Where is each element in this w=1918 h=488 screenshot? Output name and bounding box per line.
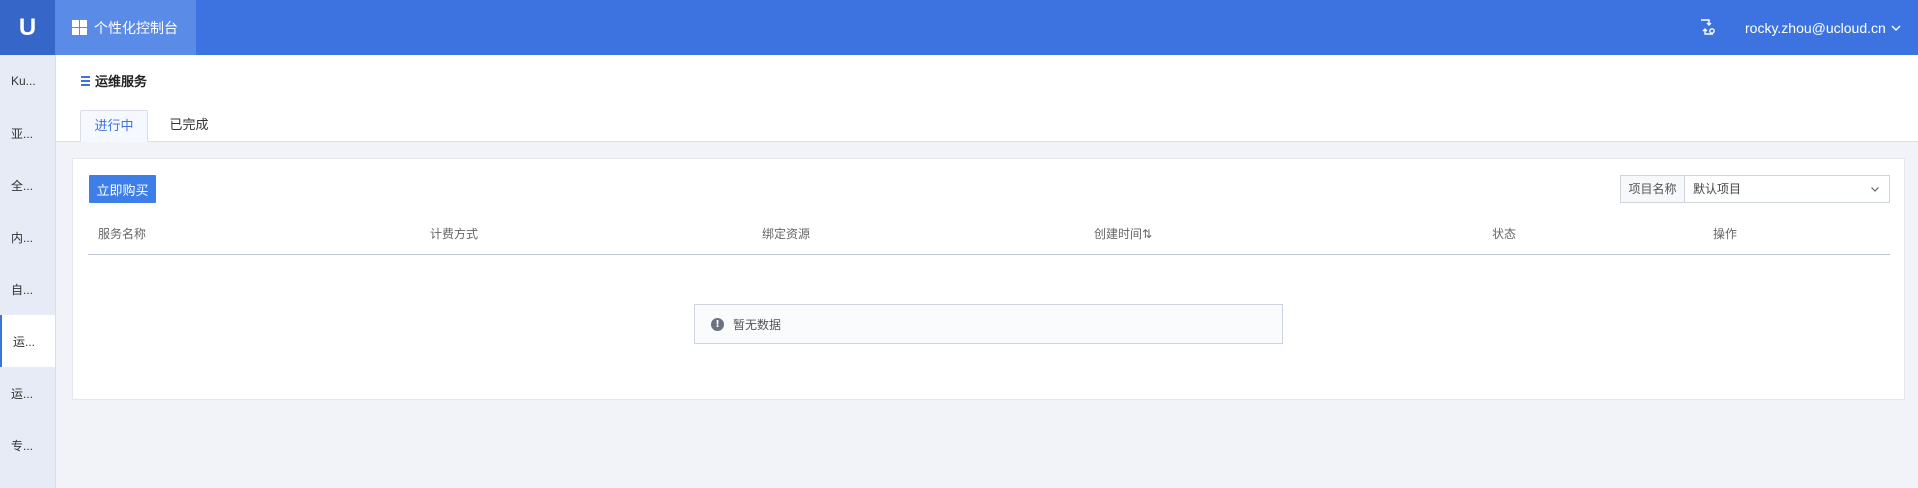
content-card: 立即购买 项目名称 默认项目 服务名称 计费方式 绑定资源 创建时间⇅ 状态 操…: [72, 158, 1905, 400]
tab-in-progress[interactable]: 进行中: [80, 110, 148, 142]
list-icon: [81, 75, 90, 86]
user-email: rocky.zhou@ucloud.cn: [1745, 19, 1886, 36]
sidebar-item-label: 自...: [11, 282, 34, 297]
info-icon: !: [711, 317, 724, 331]
sidebar-item-4[interactable]: 内...: [0, 211, 55, 263]
project-filter: 项目名称 默认项目: [1620, 175, 1890, 203]
sidebar-item-label: Ku...: [11, 74, 36, 88]
sidebar-item-label: 全...: [11, 178, 34, 193]
chevron-down-icon: [1891, 25, 1901, 31]
empty-state: ! 暂无数据: [694, 304, 1283, 344]
chevron-down-icon: [1871, 187, 1879, 192]
sidebar-item-label: 运...: [11, 386, 34, 401]
column-header-service-name: 服务名称: [98, 227, 147, 241]
sidebar-item-kubernetes[interactable]: Ku...: [0, 55, 55, 107]
sidebar-item-2[interactable]: 亚...: [0, 107, 55, 159]
top-bar: U 个性化控制台 rocky.zhou@ucloud.cn: [0, 0, 1918, 55]
user-menu[interactable]: rocky.zhou@ucloud.cn: [1745, 0, 1902, 55]
logo-letter: U: [18, 13, 37, 41]
ucloud-logo[interactable]: U: [0, 0, 55, 55]
sidebar-item-label: 运...: [13, 334, 36, 349]
sidebar-item-ops-active[interactable]: 运...: [0, 315, 55, 367]
tab-completed[interactable]: 已完成: [154, 110, 224, 142]
sidebar-item-label: 亚...: [11, 126, 34, 141]
column-header-status: 状态: [1492, 227, 1517, 241]
switch-account-icon[interactable]: [1697, 17, 1717, 37]
project-select[interactable]: 默认项目: [1685, 176, 1889, 202]
column-header-actions: 操作: [1713, 227, 1738, 241]
sidebar-item-3[interactable]: 全...: [0, 159, 55, 211]
personal-console-button[interactable]: 个性化控制台: [55, 0, 196, 55]
console-label: 个性化控制台: [94, 19, 178, 36]
grid-icon: [72, 20, 87, 35]
sidebar-item-7[interactable]: 运...: [0, 367, 55, 419]
empty-state-text: 暂无数据: [733, 317, 782, 332]
sidebar-item-8[interactable]: 专...: [0, 419, 55, 471]
sidebar-item-label: 专...: [11, 438, 34, 453]
page-header: 运维服务 进行中 已完成: [56, 55, 1918, 142]
column-header-created-time[interactable]: 创建时间⇅: [1094, 225, 1152, 243]
column-header-billing: 计费方式: [430, 227, 479, 241]
side-nav: Ku... 亚... 全... 内... 自... 运... 运... 专...: [0, 55, 56, 488]
table-header: 服务名称 计费方式 绑定资源 创建时间⇅ 状态 操作: [88, 225, 1890, 255]
page-title-text: 运维服务: [95, 74, 148, 89]
page-title: 运维服务: [81, 71, 147, 90]
project-select-value: 默认项目: [1693, 182, 1742, 196]
project-filter-label: 项目名称: [1621, 176, 1685, 202]
sidebar-item-5[interactable]: 自...: [0, 263, 55, 315]
column-header-bound-resource: 绑定资源: [762, 227, 811, 241]
sidebar-item-label: 内...: [11, 230, 34, 245]
buy-now-button[interactable]: 立即购买: [89, 175, 156, 203]
